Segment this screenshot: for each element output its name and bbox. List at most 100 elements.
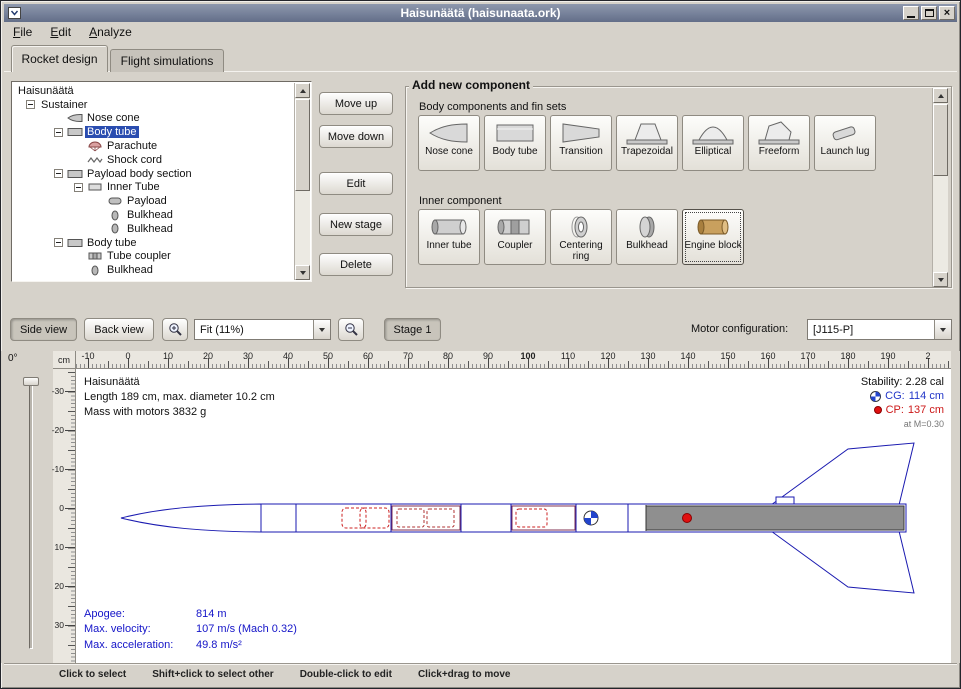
tree-item[interactable]: Sustainer [12, 98, 294, 112]
zoom-select[interactable]: Fit (11%) [194, 319, 331, 340]
engine-block-icon [691, 214, 735, 240]
add-centering-ring-button[interactable]: Centering ring [550, 209, 612, 265]
tree-item[interactable]: Tube coupler [12, 250, 294, 264]
tab-flight-simulations[interactable]: Flight simulations [110, 49, 224, 72]
window-title: Haisunäätä (haisunaata.ork) [4, 6, 957, 20]
collapse-icon[interactable] [26, 100, 35, 109]
add-launch-lug-button[interactable]: Launch lug [814, 115, 876, 171]
menu-file[interactable]: File [4, 23, 41, 41]
h-ruler-label: 90 [483, 351, 493, 361]
add-engine-block-button[interactable]: Engine block [682, 209, 744, 265]
add-transition-button[interactable]: Transition [550, 115, 612, 171]
add-freeform-fin-button[interactable]: Freeform [748, 115, 810, 171]
tree-item[interactable]: Bulkhead [12, 222, 294, 236]
max-acceleration-label: Max. acceleration: [84, 638, 196, 654]
add-coupler-button[interactable]: Coupler [484, 209, 546, 265]
minimize-button[interactable] [903, 6, 919, 20]
component-tree[interactable]: Haisunäätä Sustainer Nose cone Body tube… [11, 81, 312, 282]
hint-click-select: Click to select [59, 669, 126, 680]
rocket-canvas[interactable]: Haisunäätä Length 189 cm, max. diameter … [76, 369, 951, 663]
tree-scrollbar[interactable] [294, 83, 310, 280]
motor-configuration-select[interactable]: [J115-P] [807, 319, 952, 340]
body-components-label: Body components and fin sets [419, 101, 566, 113]
zoom-out-button[interactable] [338, 318, 364, 341]
h-ruler-label: 140 [680, 351, 695, 361]
collapse-icon[interactable] [54, 128, 63, 137]
scrollbar-thumb[interactable] [933, 104, 948, 176]
h-ruler-label: 130 [640, 351, 655, 361]
scroll-up-icon[interactable] [295, 83, 310, 98]
move-down-button[interactable]: Move down [319, 125, 393, 148]
edit-button[interactable]: Edit [319, 172, 393, 195]
new-stage-button[interactable]: New stage [319, 213, 393, 236]
tree-item[interactable]: Shock cord [12, 153, 294, 167]
delete-button[interactable]: Delete [319, 253, 393, 276]
hint-shift-click: Shift+click to select other [152, 669, 273, 680]
tree-item-label: Bulkhead [105, 264, 155, 276]
close-button[interactable]: × [939, 6, 955, 20]
collapse-icon[interactable] [54, 238, 63, 247]
titlebar[interactable]: Haisunäätä (haisunaata.ork) × [4, 4, 957, 22]
stability-condition: at M=0.30 [861, 417, 944, 431]
scroll-up-icon[interactable] [933, 88, 948, 103]
tree-item[interactable]: Haisunäätä [12, 84, 294, 98]
add-bulkhead-button[interactable]: Bulkhead [616, 209, 678, 265]
tree-item[interactable]: Bulkhead [12, 263, 294, 277]
tree-item[interactable]: Body tube [12, 125, 294, 139]
coupler-icon [87, 251, 105, 261]
back-view-button[interactable]: Back view [84, 318, 154, 341]
tree-item-label: Shock cord [105, 154, 164, 166]
bulkhead-icon [87, 265, 105, 276]
body-tube-icon [67, 127, 85, 137]
chevron-down-icon[interactable] [934, 320, 951, 339]
maximize-button[interactable] [921, 6, 937, 20]
tree-item[interactable]: Body tube [12, 236, 294, 250]
coupler-icon [493, 214, 537, 240]
cp-value: 137 cm [908, 403, 944, 417]
h-ruler-label: 150 [720, 351, 735, 361]
add-elliptical-fin-button[interactable]: Elliptical [682, 115, 744, 171]
launch-lug-icon [823, 120, 867, 146]
menu-analyze[interactable]: Analyze [80, 23, 141, 41]
tree-item[interactable]: Nose cone [12, 112, 294, 126]
freeform-fin-icon [757, 120, 801, 146]
tree-item[interactable]: Inner Tube [12, 181, 294, 195]
design-mass: Mass with motors 3832 g [84, 405, 275, 420]
move-up-button[interactable]: Move up [319, 92, 393, 115]
h-ruler-label: 20 [203, 351, 213, 361]
horizontal-ruler: -100102030405060708090100110120130140150… [76, 351, 951, 369]
rotation-slider-handle[interactable] [23, 377, 39, 386]
side-view-button[interactable]: Side view [10, 318, 77, 341]
tree-item[interactable]: Payload body section [12, 167, 294, 181]
nose-cone-outline[interactable] [121, 504, 261, 532]
add-trapezoidal-fin-button[interactable]: Trapezoidal [616, 115, 678, 171]
chevron-down-icon[interactable] [313, 320, 330, 339]
motor-configuration-label: Motor configuration: [691, 323, 788, 335]
scroll-down-icon[interactable] [933, 272, 948, 287]
tab-rocket-design[interactable]: Rocket design [11, 45, 108, 72]
rotation-slider[interactable] [29, 377, 33, 649]
cg-icon [870, 391, 881, 402]
menu-edit[interactable]: Edit [41, 23, 80, 41]
add-inner-tube-button[interactable]: Inner tube [418, 209, 480, 265]
add-nose-cone-button[interactable]: Nose cone [418, 115, 480, 171]
tree-item-label: Sustainer [39, 99, 89, 111]
design-summary: Haisunäätä Length 189 cm, max. diameter … [84, 375, 275, 420]
launch-lug-outline[interactable] [776, 497, 794, 504]
collapse-icon[interactable] [74, 183, 83, 192]
stage-1-toggle[interactable]: Stage 1 [384, 318, 441, 341]
app-window: Haisunäätä (haisunaata.ork) × File Edit … [0, 0, 961, 689]
cg-label: CG: [885, 389, 905, 403]
tree-item[interactable]: Parachute [12, 139, 294, 153]
collapse-icon[interactable] [54, 169, 63, 178]
h-ruler-label: 100 [520, 351, 535, 361]
tree-item[interactable]: Payload [12, 194, 294, 208]
v-ruler-label: 10 [55, 542, 64, 552]
scroll-down-icon[interactable] [295, 265, 310, 280]
scrollbar-thumb[interactable] [295, 99, 310, 191]
add-body-tube-button[interactable]: Body tube [484, 115, 546, 171]
v-ruler-label: -30 [52, 386, 64, 396]
components-scrollbar[interactable] [932, 88, 948, 287]
tree-item[interactable]: Bulkhead [12, 208, 294, 222]
zoom-in-button[interactable] [162, 318, 188, 341]
